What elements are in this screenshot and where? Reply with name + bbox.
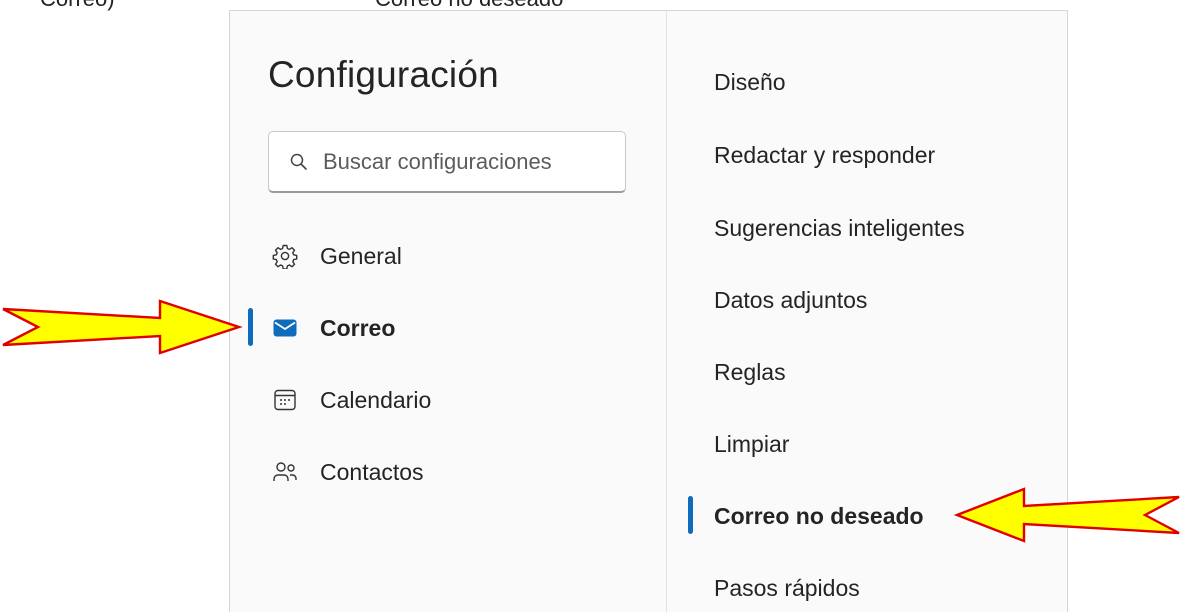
nav-item-label: General	[320, 242, 402, 269]
subnav-item-sweep[interactable]: Limpiar	[714, 424, 789, 464]
subnav-item-layout[interactable]: Diseño	[714, 62, 786, 102]
subnav-item-rules[interactable]: Reglas	[714, 352, 786, 392]
subnav-item-junk-email[interactable]: Correo no deseado	[714, 496, 924, 536]
mail-icon	[273, 319, 297, 337]
subnav-item-smart-suggestions[interactable]: Sugerencias inteligentes	[714, 208, 965, 248]
nav-item-label: Calendario	[320, 386, 432, 413]
annotation-arrow-right-icon	[2, 299, 243, 355]
subnav-item-compose-reply[interactable]: Redactar y responder	[714, 135, 935, 175]
subnav-selection-indicator	[688, 496, 693, 534]
screenshot-stage: Correo) Correo no deseado Configuración …	[0, 0, 1182, 612]
nav-item-label: Correo	[320, 314, 396, 341]
search-icon	[290, 153, 307, 170]
subnav-item-quick-steps[interactable]: Pasos rápidos	[714, 568, 860, 608]
calendar-icon	[274, 389, 296, 411]
subnav-item-attachments[interactable]: Datos adjuntos	[714, 280, 867, 320]
nav-item-contacts[interactable]: Contactos	[272, 452, 424, 492]
panel-divider	[666, 11, 667, 612]
nav-item-mail[interactable]: Correo	[272, 308, 395, 348]
gear-icon	[272, 244, 298, 269]
people-icon	[273, 462, 297, 481]
annotation-arrow-left-icon	[953, 487, 1180, 543]
nav-item-general[interactable]: General	[272, 236, 402, 276]
nav-item-calendar[interactable]: Calendario	[272, 380, 431, 420]
settings-search-input[interactable]	[323, 148, 603, 175]
top-cut-text-left: Correo)	[40, 0, 115, 12]
nav-item-label: Contactos	[320, 458, 424, 485]
settings-search-box[interactable]	[268, 131, 626, 193]
nav-selection-indicator	[248, 308, 253, 346]
settings-title: Configuración	[268, 54, 499, 95]
